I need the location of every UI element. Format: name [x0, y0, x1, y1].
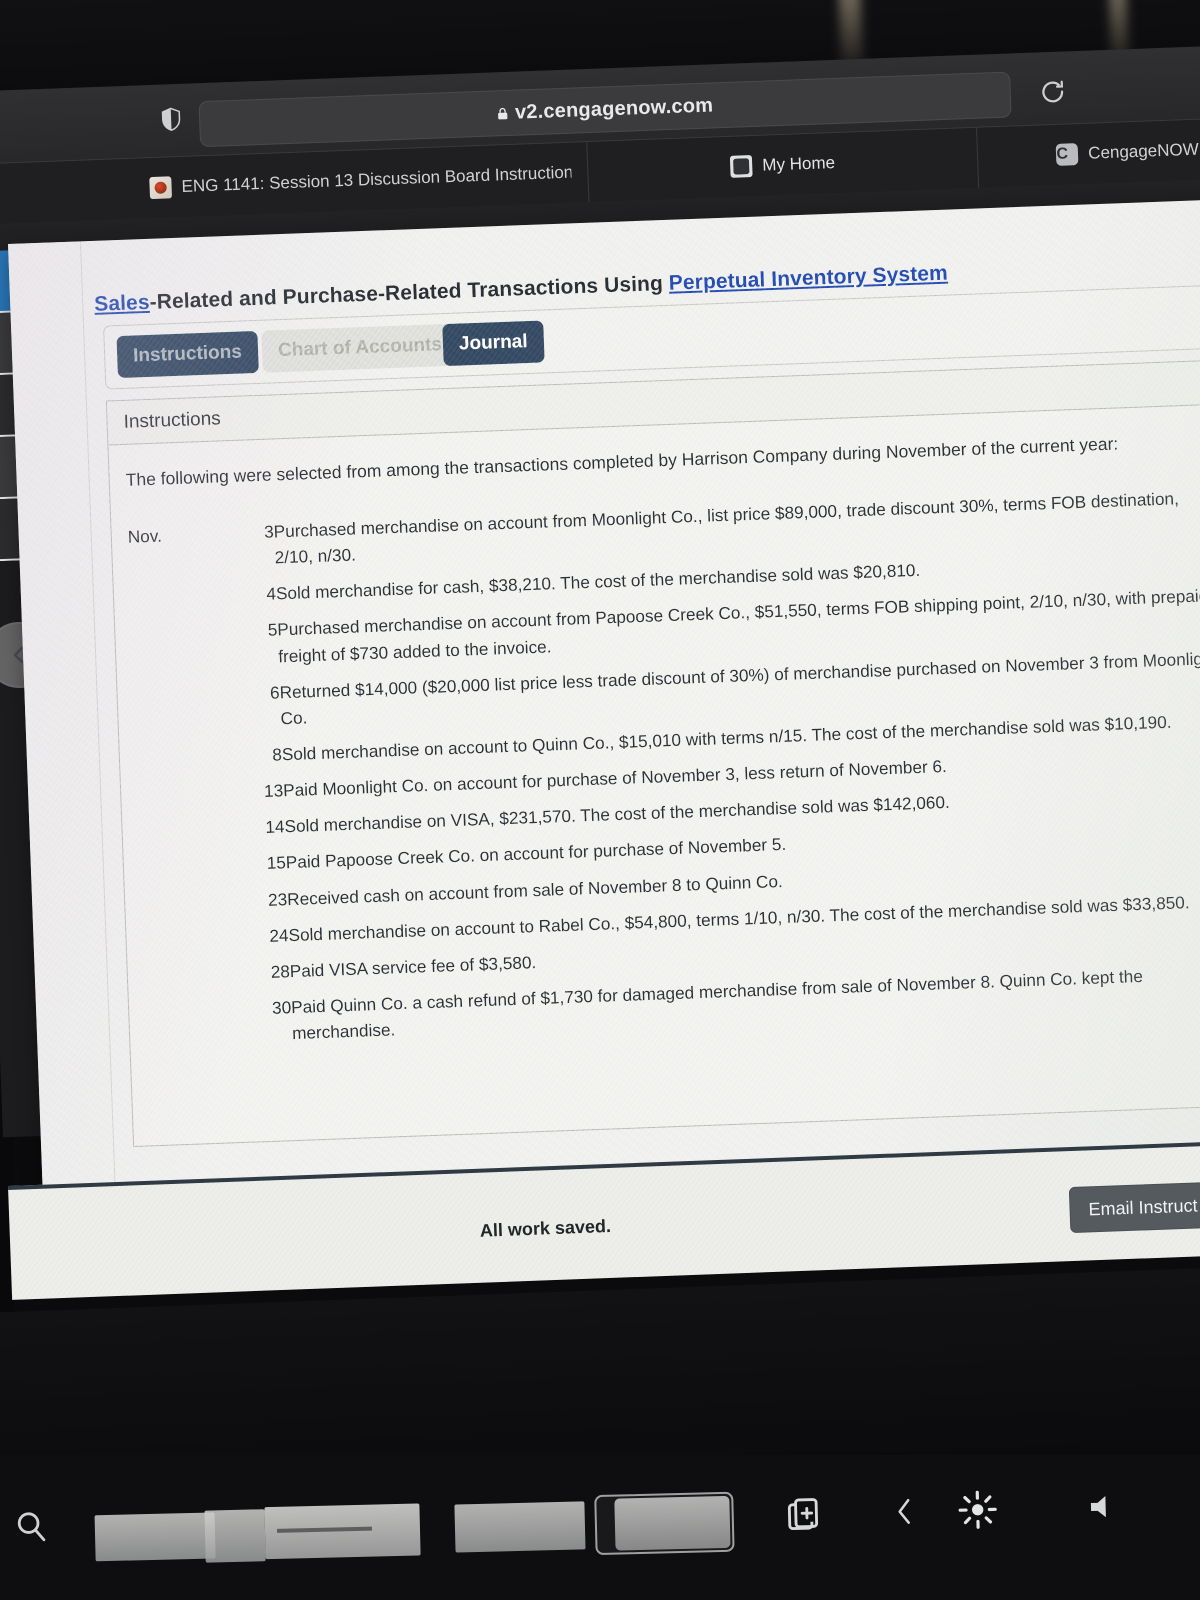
lock-icon — [497, 107, 508, 119]
month-spacer — [145, 991, 233, 1056]
month-spacer — [133, 676, 221, 741]
dock-window-thumbnail[interactable] — [454, 1501, 586, 1553]
home-favicon — [729, 155, 753, 178]
chevron-left-icon[interactable] — [889, 1491, 920, 1532]
tab-instructions[interactable]: Instructions — [116, 330, 259, 379]
transactions-table: Nov. 3 Purchased merchandise on account … — [127, 479, 1200, 1057]
page-title-link-sales[interactable]: Sales — [94, 291, 150, 316]
transaction-day: 13 — [263, 780, 284, 802]
page-viewport: Sales-Related and Purchase-Related Trans… — [8, 198, 1200, 1204]
dock-window-thumbnail[interactable] — [204, 1509, 266, 1563]
month-spacer — [131, 614, 219, 679]
month-spacer — [143, 955, 230, 994]
month-spacer — [129, 578, 216, 617]
instructions-panel: Instructions The following were selected… — [105, 358, 1200, 1148]
transaction-day: 30 — [271, 997, 292, 1018]
transaction-day: 28 — [270, 960, 291, 982]
transaction-day: 4 — [266, 583, 277, 605]
month-label: Nov. — [127, 525, 163, 547]
speaker-icon[interactable] — [1084, 1490, 1119, 1523]
browser-tab-label: ENG 1141: Session 13 Discussion Board In… — [181, 162, 572, 196]
transaction-day: 6 — [269, 682, 280, 703]
month-spacer — [141, 883, 228, 922]
tab-journal[interactable]: Journal — [442, 320, 545, 367]
page-favicon — [149, 176, 173, 200]
browser-tab-cengagenow[interactable]: CengageNOW — [976, 116, 1200, 188]
month-spacer — [142, 919, 229, 958]
browser-tab-label: CengageNOW — [1087, 139, 1200, 163]
transaction-day: 3 — [263, 521, 275, 542]
month-spacer — [139, 847, 226, 886]
save-status-text: All work saved. — [479, 1215, 612, 1241]
photographed-screen: n v2.cengagenow.com — [0, 0, 1200, 1600]
brightness-icon[interactable] — [957, 1489, 998, 1530]
search-icon[interactable] — [13, 1508, 48, 1543]
dock-window-thumbnail[interactable] — [264, 1503, 421, 1560]
new-tab-icon[interactable] — [784, 1494, 823, 1535]
tab-chart-of-accounts[interactable]: Chart of Accounts — [261, 323, 459, 373]
transaction-day: 24 — [269, 924, 289, 946]
transaction-day: 23 — [267, 888, 288, 910]
dock-window-thumbnail-active[interactable] — [594, 1491, 735, 1556]
month-spacer — [138, 811, 225, 850]
transaction-day: 5 — [267, 619, 278, 641]
transaction-day: 14 — [265, 816, 285, 838]
dock-window-thumbnail[interactable] — [94, 1512, 216, 1562]
cengage-favicon — [1055, 143, 1079, 166]
transaction-day: 15 — [266, 852, 287, 874]
page-title-link-perpetual[interactable]: Perpetual Inventory System — [668, 262, 948, 295]
browser-tab-label: My Home — [761, 152, 836, 175]
transactions-body: Nov. 3 Purchased merchandise on account … — [127, 479, 1200, 1057]
shield-icon[interactable] — [161, 106, 182, 133]
month-spacer — [135, 739, 222, 778]
email-instructions-button[interactable]: Email Instruct — [1068, 1181, 1200, 1234]
reload-icon[interactable] — [1038, 77, 1067, 106]
url-text: v2.cengagenow.com — [514, 93, 714, 124]
dock — [0, 1455, 1200, 1600]
month-spacer — [137, 775, 224, 814]
transaction-day: 8 — [271, 744, 283, 765]
